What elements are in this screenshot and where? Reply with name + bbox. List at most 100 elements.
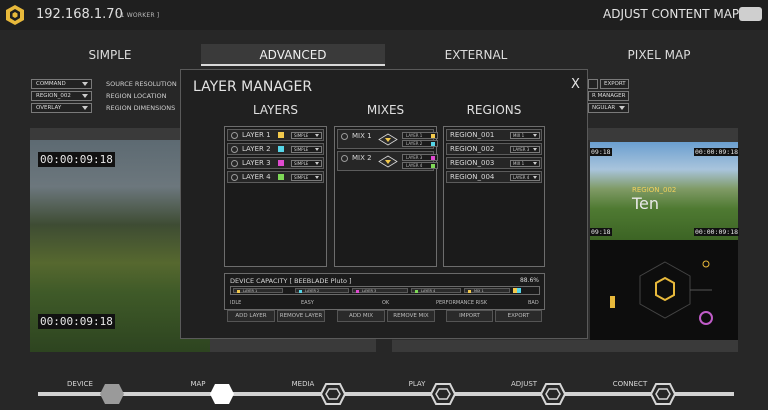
- layer-color-swatch: [278, 160, 284, 166]
- region-select[interactable]: REGION_002: [31, 91, 92, 101]
- layer-mode-select[interactable]: SIMPLE: [291, 160, 322, 167]
- mix-layer-b[interactable]: LAYER 4: [402, 162, 438, 169]
- export-button[interactable]: EXPORT: [600, 79, 629, 89]
- region-row[interactable]: REGION_004 LAYER 4: [446, 171, 542, 183]
- command-select[interactable]: COMMAND: [31, 79, 92, 89]
- import-button[interactable]: IMPORT: [446, 310, 493, 322]
- tab-pixel-map[interactable]: PIXEL MAP: [567, 44, 751, 66]
- radio-icon[interactable]: [231, 160, 238, 167]
- adjust-content-map-toggle[interactable]: [739, 7, 762, 21]
- close-icon[interactable]: X: [571, 77, 580, 92]
- capacity-scale-easy: EASY: [301, 300, 314, 306]
- add-layer-button[interactable]: ADD LAYER: [227, 310, 275, 322]
- region-row[interactable]: REGION_001 MIX 1: [446, 129, 542, 141]
- radio-icon[interactable]: [231, 174, 238, 181]
- step-connect-hexagon-icon[interactable]: [650, 383, 676, 405]
- remove-mix-button[interactable]: REMOVE MIX: [387, 310, 435, 322]
- layer-manager-modal: LAYER MANAGER X LAYERS LAYER 1 SIMPLE LA…: [180, 69, 588, 339]
- step-media-hexagon-icon[interactable]: [320, 383, 346, 405]
- timecode-region-top-left: 09:18: [590, 148, 612, 156]
- region-row[interactable]: REGION_003 MIX 1: [446, 157, 542, 169]
- radio-icon[interactable]: [231, 146, 238, 153]
- capacity-segment: LAYER 3: [352, 288, 408, 293]
- chevron-down-icon: [315, 176, 319, 179]
- layers-list: LAYER 1 SIMPLE LAYER 2 SIMPLE LAYER 3 SI…: [224, 126, 327, 322]
- mix-row[interactable]: MIX 2 LAYER 3 LAYER 4: [337, 151, 438, 171]
- mix-layer-b[interactable]: LAYER 2: [402, 140, 438, 147]
- region-source-select[interactable]: LAYER 4: [510, 174, 540, 181]
- layer-mode-select[interactable]: SIMPLE: [291, 132, 322, 139]
- radio-icon[interactable]: [231, 132, 238, 139]
- stepper-track: [38, 392, 734, 396]
- region-row[interactable]: REGION_002 LAYER 3: [446, 143, 542, 155]
- region-location-label: REGION LOCATION: [106, 92, 167, 100]
- capacity-marker: [513, 288, 521, 293]
- radio-icon[interactable]: [341, 155, 348, 162]
- device-ip: 192.168.1.70: [36, 7, 123, 22]
- capacity-segment: MIX 1: [464, 288, 510, 293]
- capacity-bar: LAYER 1 LAYER 2 LAYER 3 LAYER 4 MIX 1: [230, 286, 540, 295]
- remove-layer-button[interactable]: REMOVE LAYER: [277, 310, 325, 322]
- timecode-region-top-right: 00:00:09:18: [694, 148, 740, 156]
- region-source-select[interactable]: LAYER 3: [510, 146, 540, 153]
- step-map-hexagon-icon[interactable]: [209, 383, 235, 405]
- mode-tabs: SIMPLE ADVANCED EXTERNAL PIXEL MAP: [0, 44, 768, 68]
- mixes-list: MIX 1 LAYER 1 LAYER 2 MIX 2 LAYER 3 LAYE…: [334, 126, 438, 322]
- add-mix-button[interactable]: ADD MIX: [337, 310, 385, 322]
- timecode-region-mid-left: 09:18: [590, 228, 612, 236]
- layer-mode-select[interactable]: SIMPLE: [291, 146, 322, 153]
- step-play-hexagon-icon[interactable]: [430, 383, 456, 405]
- layer-row[interactable]: LAYER 4 SIMPLE: [227, 171, 324, 183]
- right-panel-select[interactable]: [588, 79, 598, 89]
- chevron-down-icon: [82, 106, 88, 110]
- chevron-down-icon: [82, 94, 88, 98]
- chevron-down-icon: [315, 134, 319, 137]
- regions-list: REGION_001 MIX 1 REGION_002 LAYER 3 REGI…: [443, 126, 545, 322]
- layer-color-swatch: [278, 146, 284, 152]
- layers-heading: LAYERS: [252, 103, 299, 117]
- chevron-down-icon: [533, 176, 537, 179]
- chevron-down-icon: [533, 134, 537, 137]
- tab-external[interactable]: EXTERNAL: [384, 44, 568, 66]
- worker-link[interactable]: [ 1 WORKER ]: [116, 12, 159, 19]
- capacity-segment: LAYER 1: [233, 288, 283, 293]
- step-adjust-hexagon-icon[interactable]: [540, 383, 566, 405]
- modal-title: LAYER MANAGER: [193, 79, 313, 95]
- tab-simple[interactable]: SIMPLE: [18, 44, 202, 66]
- export-regions-button[interactable]: EXPORT: [495, 310, 542, 322]
- overlay-image: [590, 240, 738, 340]
- layer-row[interactable]: LAYER 3 SIMPLE: [227, 157, 324, 169]
- mixes-heading: MIXES: [366, 103, 405, 117]
- step-device-hexagon-icon[interactable]: [99, 383, 125, 405]
- tab-advanced[interactable]: ADVANCED: [201, 44, 385, 66]
- adjust-content-map-label: ADJUST CONTENT MAP: [603, 7, 740, 21]
- layer-mode-select[interactable]: SIMPLE: [291, 174, 322, 181]
- mix-row[interactable]: MIX 1 LAYER 1 LAYER 2: [337, 129, 438, 149]
- capacity-percent: 88.6%: [519, 277, 539, 284]
- capacity-segment: LAYER 2: [295, 288, 349, 293]
- layer-row[interactable]: LAYER 2 SIMPLE: [227, 143, 324, 155]
- mix-layer-a[interactable]: LAYER 3: [402, 154, 438, 161]
- top-bar: 192.168.1.70 [ 1 WORKER ] ADJUST CONTENT…: [0, 0, 768, 30]
- shape-select[interactable]: NGULAR: [588, 103, 629, 113]
- regions-heading: REGIONS: [466, 103, 522, 117]
- chevron-down-icon: [533, 162, 537, 165]
- layer-row[interactable]: LAYER 1 SIMPLE: [227, 129, 324, 141]
- radio-icon[interactable]: [341, 133, 348, 140]
- capacity-scale-bad: BAD: [528, 300, 539, 306]
- region-overlay-text: Ten: [632, 194, 660, 213]
- region-source-select[interactable]: MIX 1: [510, 132, 540, 139]
- capacity-scale-performance-risk: PERFORMANCE RISK: [436, 300, 488, 306]
- mix-layer-a[interactable]: LAYER 1: [402, 132, 438, 139]
- blend-mode-select[interactable]: OVERLAY: [31, 103, 92, 113]
- capacity-scale-idle: IDLE: [230, 300, 242, 306]
- region-overlay-label: REGION_002: [632, 186, 677, 194]
- chevron-down-icon: [82, 82, 88, 86]
- timecode-region-mid-right: 00:00:09:18: [694, 228, 740, 236]
- region-source-select[interactable]: MIX 1: [510, 160, 540, 167]
- chevron-down-icon: [315, 162, 319, 165]
- chevron-down-icon: [315, 148, 319, 151]
- region-manager-button[interactable]: R MANAGER: [588, 91, 629, 101]
- app-logo-icon[interactable]: [5, 4, 25, 26]
- layer-color-swatch: [278, 174, 284, 180]
